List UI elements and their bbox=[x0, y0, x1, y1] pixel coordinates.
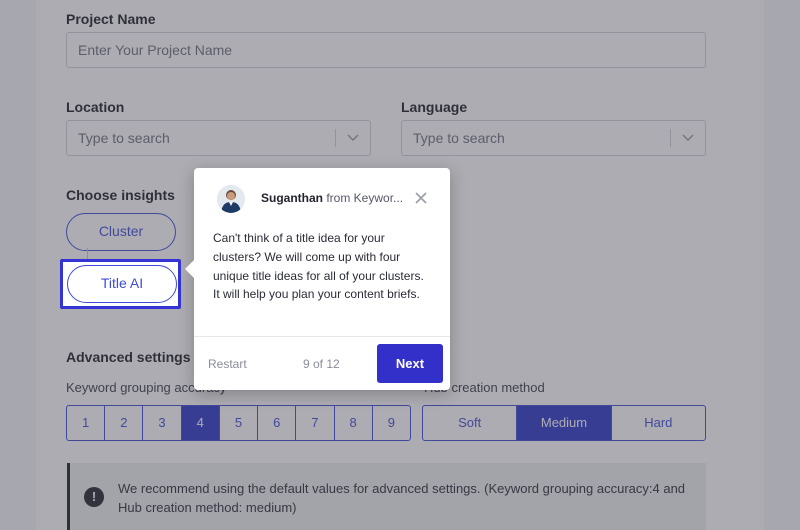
tour-message: Can't think of a title idea for your clu… bbox=[213, 231, 424, 302]
insight-chip-title-ai[interactable]: Title AI bbox=[67, 265, 177, 303]
popover-arrow bbox=[185, 260, 194, 278]
next-button[interactable]: Next bbox=[377, 344, 443, 383]
tour-footer: Restart 9 of 12 Next bbox=[194, 336, 450, 390]
avatar bbox=[217, 185, 245, 213]
tour-highlight-frame: Title AI bbox=[60, 259, 181, 309]
tour-sender: Suganthan from Keywor... bbox=[261, 191, 411, 205]
tour-popover: Suganthan from Keywor... Can't think of … bbox=[185, 168, 450, 390]
sender-name: Suganthan bbox=[261, 191, 323, 205]
close-icon[interactable] bbox=[413, 190, 429, 206]
restart-link[interactable]: Restart bbox=[208, 357, 247, 371]
person-avatar-icon bbox=[217, 185, 245, 213]
tour-progress: 9 of 12 bbox=[303, 357, 340, 371]
sender-from: from Keywor... bbox=[326, 191, 404, 205]
